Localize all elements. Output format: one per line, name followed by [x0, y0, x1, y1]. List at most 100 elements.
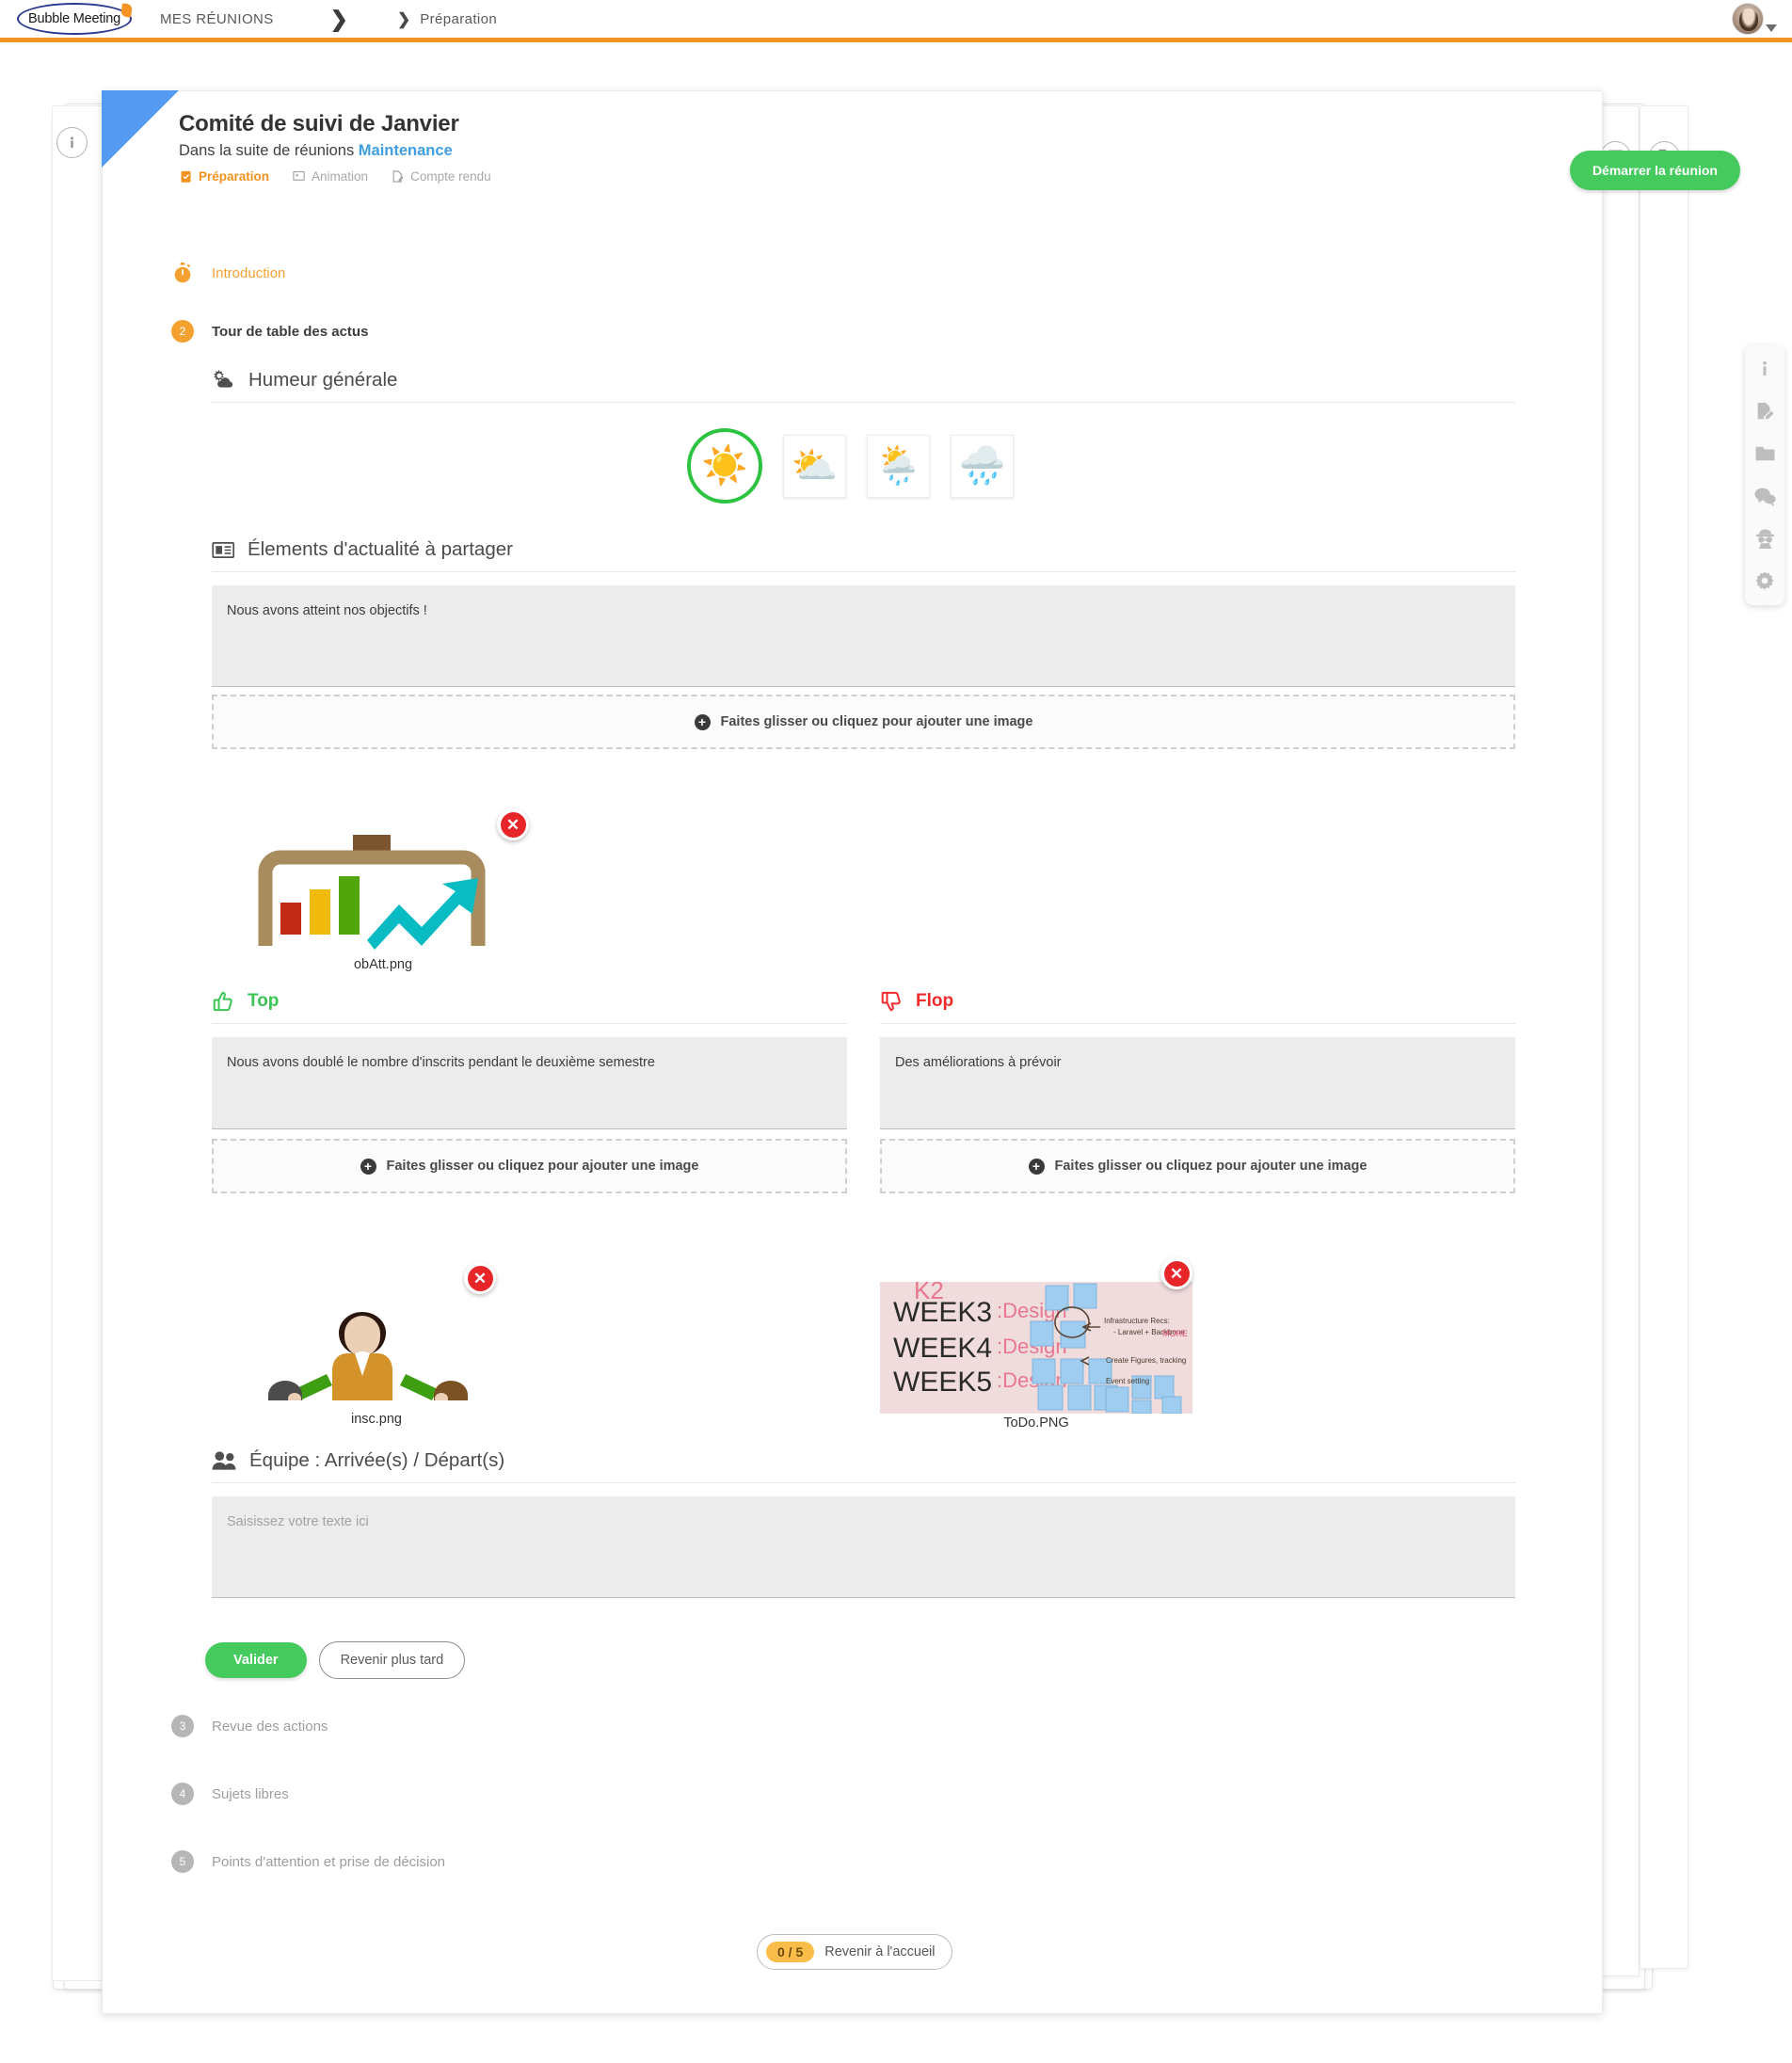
flop-image-dropzone[interactable]: + Faites glisser ou cliquez pour ajouter…: [880, 1139, 1515, 1193]
users-icon: [212, 1450, 237, 1471]
plus-icon: +: [1028, 1158, 1045, 1175]
thumbs-up-icon: [212, 990, 235, 1013]
people-group-image: [268, 1312, 468, 1400]
section-top: Top + Faites glisser ou cliquez pour ajo…: [212, 990, 847, 1193]
meeting-series-line: Dans la suite de réunions Maintenance: [179, 142, 491, 160]
gear-icon[interactable]: [1753, 569, 1776, 592]
mood-option-partly-cloudy[interactable]: ⛅: [783, 434, 846, 498]
svg-text:K2: K2: [914, 1282, 944, 1304]
close-icon: ✕: [500, 811, 526, 838]
report-pen-icon[interactable]: [1753, 400, 1776, 423]
chat-bubbles-icon[interactable]: [1753, 485, 1776, 507]
mood-option-rain-shower[interactable]: 🌦️: [867, 434, 930, 498]
avatar[interactable]: [1732, 3, 1764, 35]
news-attachment-filename: obAtt.png: [353, 957, 413, 972]
news-attachment: ✕ obAtt.png: [256, 808, 529, 972]
mood-option-sunny[interactable]: ☀️: [687, 428, 762, 504]
agenda-item-label: Revue des actions: [212, 1718, 328, 1735]
flop-attachment: ✕ WEEK3 WEEK4 WEEK5 :Design:Design:Desig…: [880, 1257, 1192, 1431]
series-link[interactable]: Maintenance: [359, 142, 453, 159]
agenda-item-label: Sujets libres: [212, 1785, 289, 1802]
section-mood: Humeur générale: [212, 369, 1515, 403]
section-team-header: Équipe : Arrivée(s) / Départ(s): [212, 1449, 1515, 1483]
thumbs-down-icon: [880, 990, 904, 1013]
card-corner-flag: [102, 90, 179, 168]
breadcrumb-my-meetings[interactable]: MES RÉUNIONS: [160, 11, 274, 27]
agenda-item-tour-de-table[interactable]: 2 Tour de table des actus: [171, 320, 368, 343]
chevron-down-icon[interactable]: [1766, 24, 1777, 32]
news-textarea[interactable]: [212, 585, 1515, 687]
svg-text:Event setting: Event setting: [1106, 1377, 1149, 1385]
validate-button[interactable]: Valider: [205, 1642, 307, 1678]
tab-animation[interactable]: Animation: [292, 169, 368, 184]
svg-text:Infrastructure Recs:: Infrastructure Recs:: [1104, 1317, 1170, 1325]
svg-text:WEEK5: WEEK5: [893, 1367, 992, 1398]
stopwatch-icon: [171, 262, 194, 284]
flop-attachment-thumb[interactable]: ✕ WEEK3 WEEK4 WEEK5 :Design:Design:Desig…: [880, 1257, 1192, 1414]
agenda-item-revue-des-actions[interactable]: 3 Revue des actions: [171, 1715, 328, 1737]
flop-textarea[interactable]: [880, 1037, 1515, 1129]
close-icon: ✕: [1163, 1260, 1190, 1287]
agenda-number-badge: 4: [171, 1783, 194, 1805]
left-side-tab[interactable]: [52, 105, 103, 1981]
mood-option-list: ☀️ ⛅ 🌦️ 🌧️: [687, 428, 1014, 504]
breadcrumb-preparation[interactable]: Préparation: [420, 11, 497, 27]
section-flop-title: Flop: [916, 991, 954, 1011]
section-news-title: Élements d'actualité à partager: [248, 538, 513, 560]
info-icon[interactable]: [1753, 358, 1776, 380]
tab-preparation[interactable]: Préparation: [179, 169, 269, 184]
whiteboard-sticky-notes-photo: WEEK3 WEEK4 WEEK5 :Design:Design:Design …: [880, 1282, 1192, 1414]
top-attachment-thumb[interactable]: ✕: [249, 1262, 504, 1410]
back-to-home-button[interactable]: 0 / 5 Revenir à l'accueil: [757, 1934, 953, 1970]
folder-icon[interactable]: [1753, 442, 1776, 465]
tab-compte-rendu[interactable]: Compte rendu: [391, 169, 491, 184]
rain-shower-icon: 🌦️: [874, 445, 922, 487]
agenda-number-badge: 3: [171, 1715, 194, 1737]
news-image-dropzone[interactable]: + Faites glisser ou cliquez pour ajouter…: [212, 695, 1515, 749]
tv-chart-arrow-image: [258, 835, 486, 950]
team-textarea[interactable]: [212, 1496, 1515, 1598]
section-news-header: Élements d'actualité à partager: [212, 538, 1515, 572]
delete-attachment-button[interactable]: ✕: [464, 1262, 496, 1294]
delete-attachment-button[interactable]: ✕: [1160, 1257, 1192, 1289]
right-side-tab-report[interactable]: [1640, 105, 1688, 1969]
section-mood-title: Humeur générale: [248, 369, 398, 391]
logo-text: Bubble Meeting: [28, 11, 120, 26]
close-icon: ✕: [467, 1265, 493, 1291]
top-attachment: ✕ insc.png: [249, 1262, 504, 1427]
agenda-item-sujets-libres[interactable]: 4 Sujets libres: [171, 1783, 289, 1805]
section-top-header: Top: [212, 990, 847, 1024]
delete-attachment-button[interactable]: ✕: [497, 808, 529, 840]
start-meeting-button[interactable]: Démarrer la réunion: [1569, 151, 1740, 190]
top-image-dropzone[interactable]: + Faites glisser ou cliquez pour ajouter…: [212, 1139, 847, 1193]
agenda-item-points-attention[interactable]: 5 Points d'attention et prise de décisio…: [171, 1850, 445, 1873]
section-team: Équipe : Arrivée(s) / Départ(s): [212, 1449, 1515, 1598]
section-flop: Flop + Faites glisser ou cliquez pour aj…: [880, 990, 1515, 1193]
info-icon[interactable]: [56, 127, 88, 158]
come-back-later-button[interactable]: Revenir plus tard: [318, 1641, 466, 1679]
partly-cloudy-icon: ⛅: [791, 445, 839, 487]
back-to-home-label: Revenir à l'accueil: [824, 1944, 936, 1959]
app-logo[interactable]: Bubble Meeting: [17, 3, 133, 35]
plus-icon: +: [360, 1158, 376, 1175]
agenda-item-introduction[interactable]: Introduction: [171, 262, 285, 284]
mood-option-storm-rain[interactable]: 🌧️: [951, 434, 1014, 498]
news-attachment-thumb[interactable]: ✕: [256, 808, 529, 955]
series-prefix: Dans la suite de réunions: [179, 142, 355, 159]
flop-attachment-filename: ToDo.PNG: [1003, 1415, 1069, 1431]
chevron-right-icon: ❯: [329, 6, 348, 31]
tab-animation-label: Animation: [312, 169, 369, 184]
top-navigation-bar: Bubble Meeting MES RÉUNIONS ❯ ❯ Préparat…: [0, 0, 1792, 42]
spy-icon[interactable]: [1753, 527, 1776, 550]
agenda-item-label: Tour de table des actus: [212, 323, 369, 340]
plus-icon: +: [694, 713, 711, 730]
section-top-title: Top: [248, 991, 280, 1011]
section-mood-header: Humeur générale: [212, 369, 1515, 403]
user-menu[interactable]: [1732, 3, 1777, 35]
news-dropzone-label: Faites glisser ou cliquez pour ajouter u…: [720, 714, 1033, 729]
svg-text:WEEK4: WEEK4: [893, 1333, 992, 1364]
right-tool-dock: [1745, 344, 1784, 605]
top-textarea[interactable]: [212, 1037, 847, 1129]
agenda-item-label: Points d'attention et prise de décision: [212, 1853, 446, 1870]
page-title: Comité de suivi de Janvier: [179, 111, 459, 136]
